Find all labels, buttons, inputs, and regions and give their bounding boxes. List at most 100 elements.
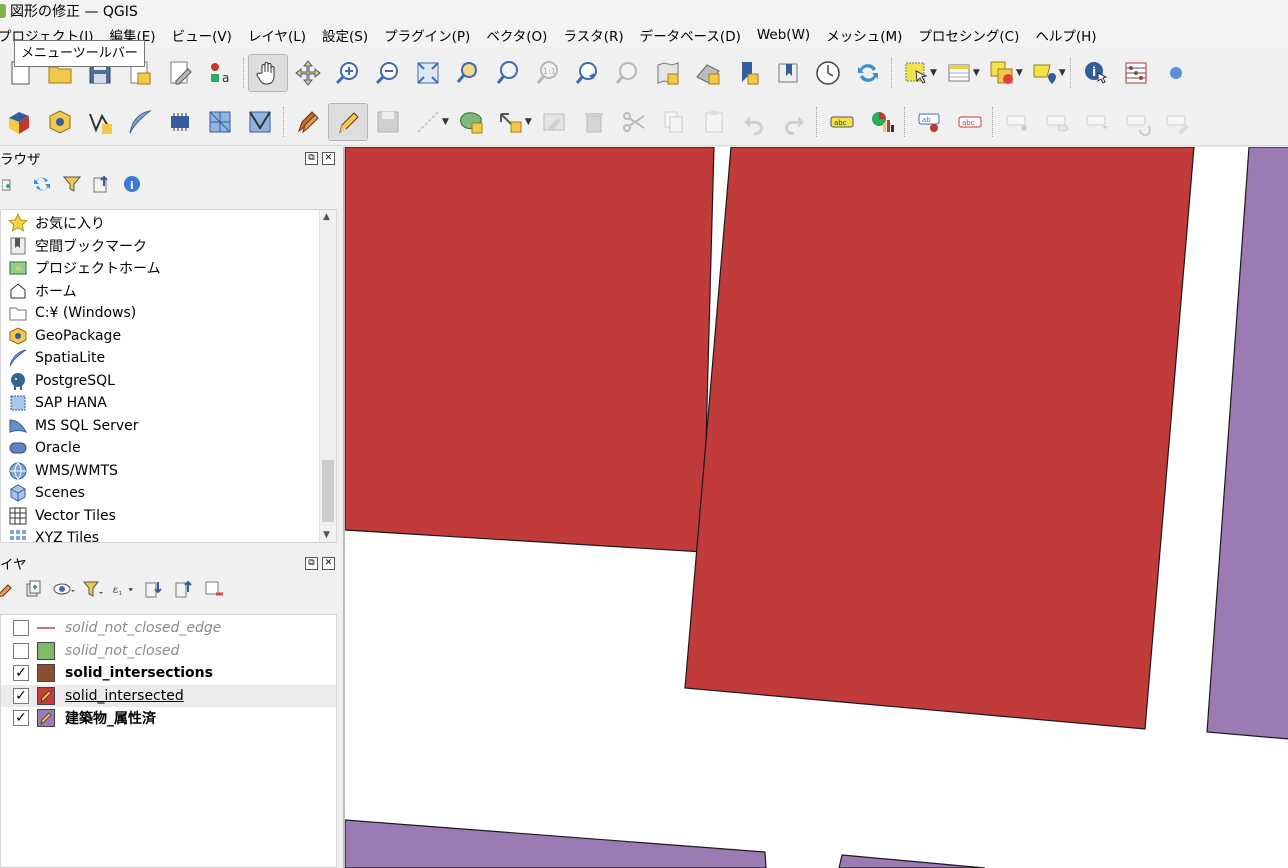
undo-button[interactable] bbox=[734, 103, 774, 141]
browser-item[interactable]: WMS/WMTS bbox=[1, 460, 336, 483]
float-panel-icon[interactable]: ⧉ bbox=[305, 556, 318, 570]
browser-item[interactable]: SpatiaLite bbox=[1, 347, 336, 370]
menu-item[interactable]: Web(W) bbox=[749, 27, 818, 43]
layer-item[interactable]: ✓ 建築物_属性済 bbox=[1, 707, 336, 730]
change-label-button[interactable] bbox=[1158, 103, 1198, 141]
intersected-polygon[interactable] bbox=[684, 147, 1195, 730]
pin-unpin-labels-button[interactable] bbox=[998, 103, 1038, 141]
filter-icon[interactable] bbox=[60, 172, 84, 196]
toggle-editing-button[interactable] bbox=[328, 102, 368, 141]
menu-item[interactable]: プラグイン(P) bbox=[376, 25, 478, 45]
expand-all-icon[interactable] bbox=[142, 577, 166, 601]
zoom-native-resolution-button[interactable]: 1:1 bbox=[528, 54, 568, 92]
browser-item[interactable]: MS SQL Server bbox=[1, 415, 336, 438]
zoom-to-layer-button[interactable] bbox=[488, 54, 528, 92]
scrollbar-thumb[interactable] bbox=[322, 460, 334, 522]
zoom-full-button[interactable] bbox=[408, 54, 448, 92]
browser-item[interactable]: SAP HANA bbox=[1, 392, 336, 415]
close-panel-icon[interactable]: ✕ bbox=[322, 556, 335, 570]
browser-item[interactable]: 空間ブックマーク bbox=[1, 235, 336, 258]
styling-panel-icon[interactable] bbox=[0, 577, 16, 601]
refresh-icon[interactable] bbox=[30, 172, 54, 196]
highlight-pinned-labels-button[interactable]: ab bbox=[910, 103, 950, 141]
cut-features-button[interactable] bbox=[614, 103, 654, 141]
layer-item[interactable]: solid_not_closed_edge bbox=[1, 617, 336, 640]
rotate-label-button[interactable] bbox=[1118, 103, 1158, 141]
data-source-manager-button[interactable] bbox=[0, 103, 40, 141]
browser-item[interactable]: Vector Tiles bbox=[1, 505, 336, 528]
layer-visibility-checkbox[interactable] bbox=[13, 642, 29, 659]
menu-item[interactable]: 設定(S) bbox=[314, 25, 376, 45]
menu-item[interactable]: データベース(D) bbox=[632, 25, 749, 45]
browser-item[interactable]: Scenes bbox=[1, 482, 336, 505]
zoom-last-button[interactable] bbox=[568, 54, 608, 92]
zoom-in-button[interactable] bbox=[328, 54, 368, 92]
delete-selected-button[interactable] bbox=[574, 103, 614, 141]
browser-item[interactable]: お気に入り bbox=[1, 212, 336, 235]
new-spatialite-layer-button[interactable] bbox=[120, 103, 160, 141]
zoom-to-selection-button[interactable] bbox=[448, 54, 488, 92]
new-map-view-button[interactable] bbox=[648, 54, 688, 92]
collapse-all-icon[interactable] bbox=[172, 577, 196, 601]
zoom-next-button[interactable] bbox=[608, 54, 648, 92]
save-layer-edits-button[interactable] bbox=[368, 103, 408, 141]
move-label-button[interactable] bbox=[1078, 103, 1118, 141]
info-icon[interactable]: i bbox=[120, 172, 144, 196]
paste-features-button[interactable] bbox=[694, 103, 734, 141]
remove-layer-icon[interactable] bbox=[202, 577, 226, 601]
field-calculator-button[interactable] bbox=[1116, 54, 1156, 92]
browser-item[interactable]: C:¥ (Windows) bbox=[1, 302, 336, 325]
toggle-display-of-unplaced-labels-button[interactable]: abc bbox=[950, 103, 990, 141]
layer-labeling-options-button[interactable]: abc bbox=[822, 103, 862, 141]
layer-diagram-options-button[interactable] bbox=[862, 103, 902, 141]
new-shapefile-layer-button[interactable] bbox=[80, 103, 120, 141]
float-panel-icon[interactable]: ⧉ bbox=[305, 151, 318, 165]
menu-item[interactable]: プロセシング(C) bbox=[910, 25, 1027, 45]
dropdown-arrow-icon[interactable]: ▼ bbox=[930, 68, 937, 78]
layer-item[interactable]: ✓ solid_intersected bbox=[1, 684, 336, 707]
new-virtual-layer-button[interactable] bbox=[200, 103, 240, 141]
new-3d-view-button[interactable] bbox=[688, 54, 728, 92]
zoom-out-button[interactable] bbox=[368, 54, 408, 92]
dropdown-arrow-icon[interactable]: ▼ bbox=[973, 68, 980, 78]
menu-item[interactable]: ビュー(V) bbox=[164, 25, 240, 45]
dropdown-arrow-icon[interactable]: ▼ bbox=[1059, 68, 1066, 78]
menu-item[interactable]: ヘルプ(H) bbox=[1027, 25, 1104, 45]
close-panel-icon[interactable]: ✕ bbox=[322, 151, 335, 165]
show-hide-labels-button[interactable] bbox=[1038, 103, 1078, 141]
browser-item[interactable]: ホーム bbox=[1, 280, 336, 303]
new-mesh-layer-button[interactable] bbox=[240, 103, 280, 141]
redo-button[interactable] bbox=[774, 103, 814, 141]
browser-item[interactable]: GeoPackage bbox=[1, 325, 336, 348]
menu-item[interactable]: メッシュ(M) bbox=[818, 25, 910, 45]
pan-to-selection-button[interactable] bbox=[288, 54, 328, 92]
building-polygon[interactable] bbox=[1206, 147, 1288, 740]
building-polygon[interactable] bbox=[345, 819, 767, 868]
manage-visibility-icon[interactable] bbox=[52, 577, 76, 601]
show-bookmarks-button[interactable] bbox=[768, 54, 808, 92]
add-polygon-feature-button[interactable] bbox=[451, 103, 491, 141]
layer-item[interactable]: solid_not_closed bbox=[1, 640, 336, 663]
add-group-icon[interactable] bbox=[22, 577, 46, 601]
new-geopackage-layer-button[interactable] bbox=[40, 103, 80, 141]
browser-item[interactable]: プロジェクトホーム bbox=[1, 257, 336, 280]
temporal-controller-button[interactable] bbox=[808, 54, 848, 92]
collapse-all-icon[interactable] bbox=[90, 172, 114, 196]
menu-item[interactable]: レイヤ(L) bbox=[240, 25, 314, 45]
filter-by-expression-icon[interactable]: ε1 bbox=[112, 577, 136, 601]
new-temporary-layer-button[interactable] bbox=[160, 103, 200, 141]
dropdown-arrow-icon[interactable]: ▼ bbox=[1016, 68, 1023, 78]
layer-visibility-checkbox[interactable]: ✓ bbox=[13, 665, 29, 682]
style-manager-button[interactable]: a bbox=[200, 54, 240, 92]
browser-scrollbar[interactable]: ▲ ▼ bbox=[319, 210, 336, 542]
copy-features-button[interactable] bbox=[654, 103, 694, 141]
scroll-up-arrow-icon[interactable]: ▲ bbox=[323, 212, 330, 222]
pan-map-button[interactable] bbox=[248, 54, 288, 92]
dropdown-arrow-icon[interactable]: ▼ bbox=[442, 117, 449, 127]
scroll-down-arrow-icon[interactable]: ▼ bbox=[323, 530, 330, 540]
building-polygon[interactable] bbox=[838, 854, 986, 868]
browser-item[interactable]: XYZ Tiles bbox=[1, 527, 336, 542]
identify-features-button[interactable]: i bbox=[1076, 54, 1116, 92]
intersected-polygon[interactable] bbox=[345, 147, 715, 553]
layout-manager-button[interactable] bbox=[160, 54, 200, 92]
